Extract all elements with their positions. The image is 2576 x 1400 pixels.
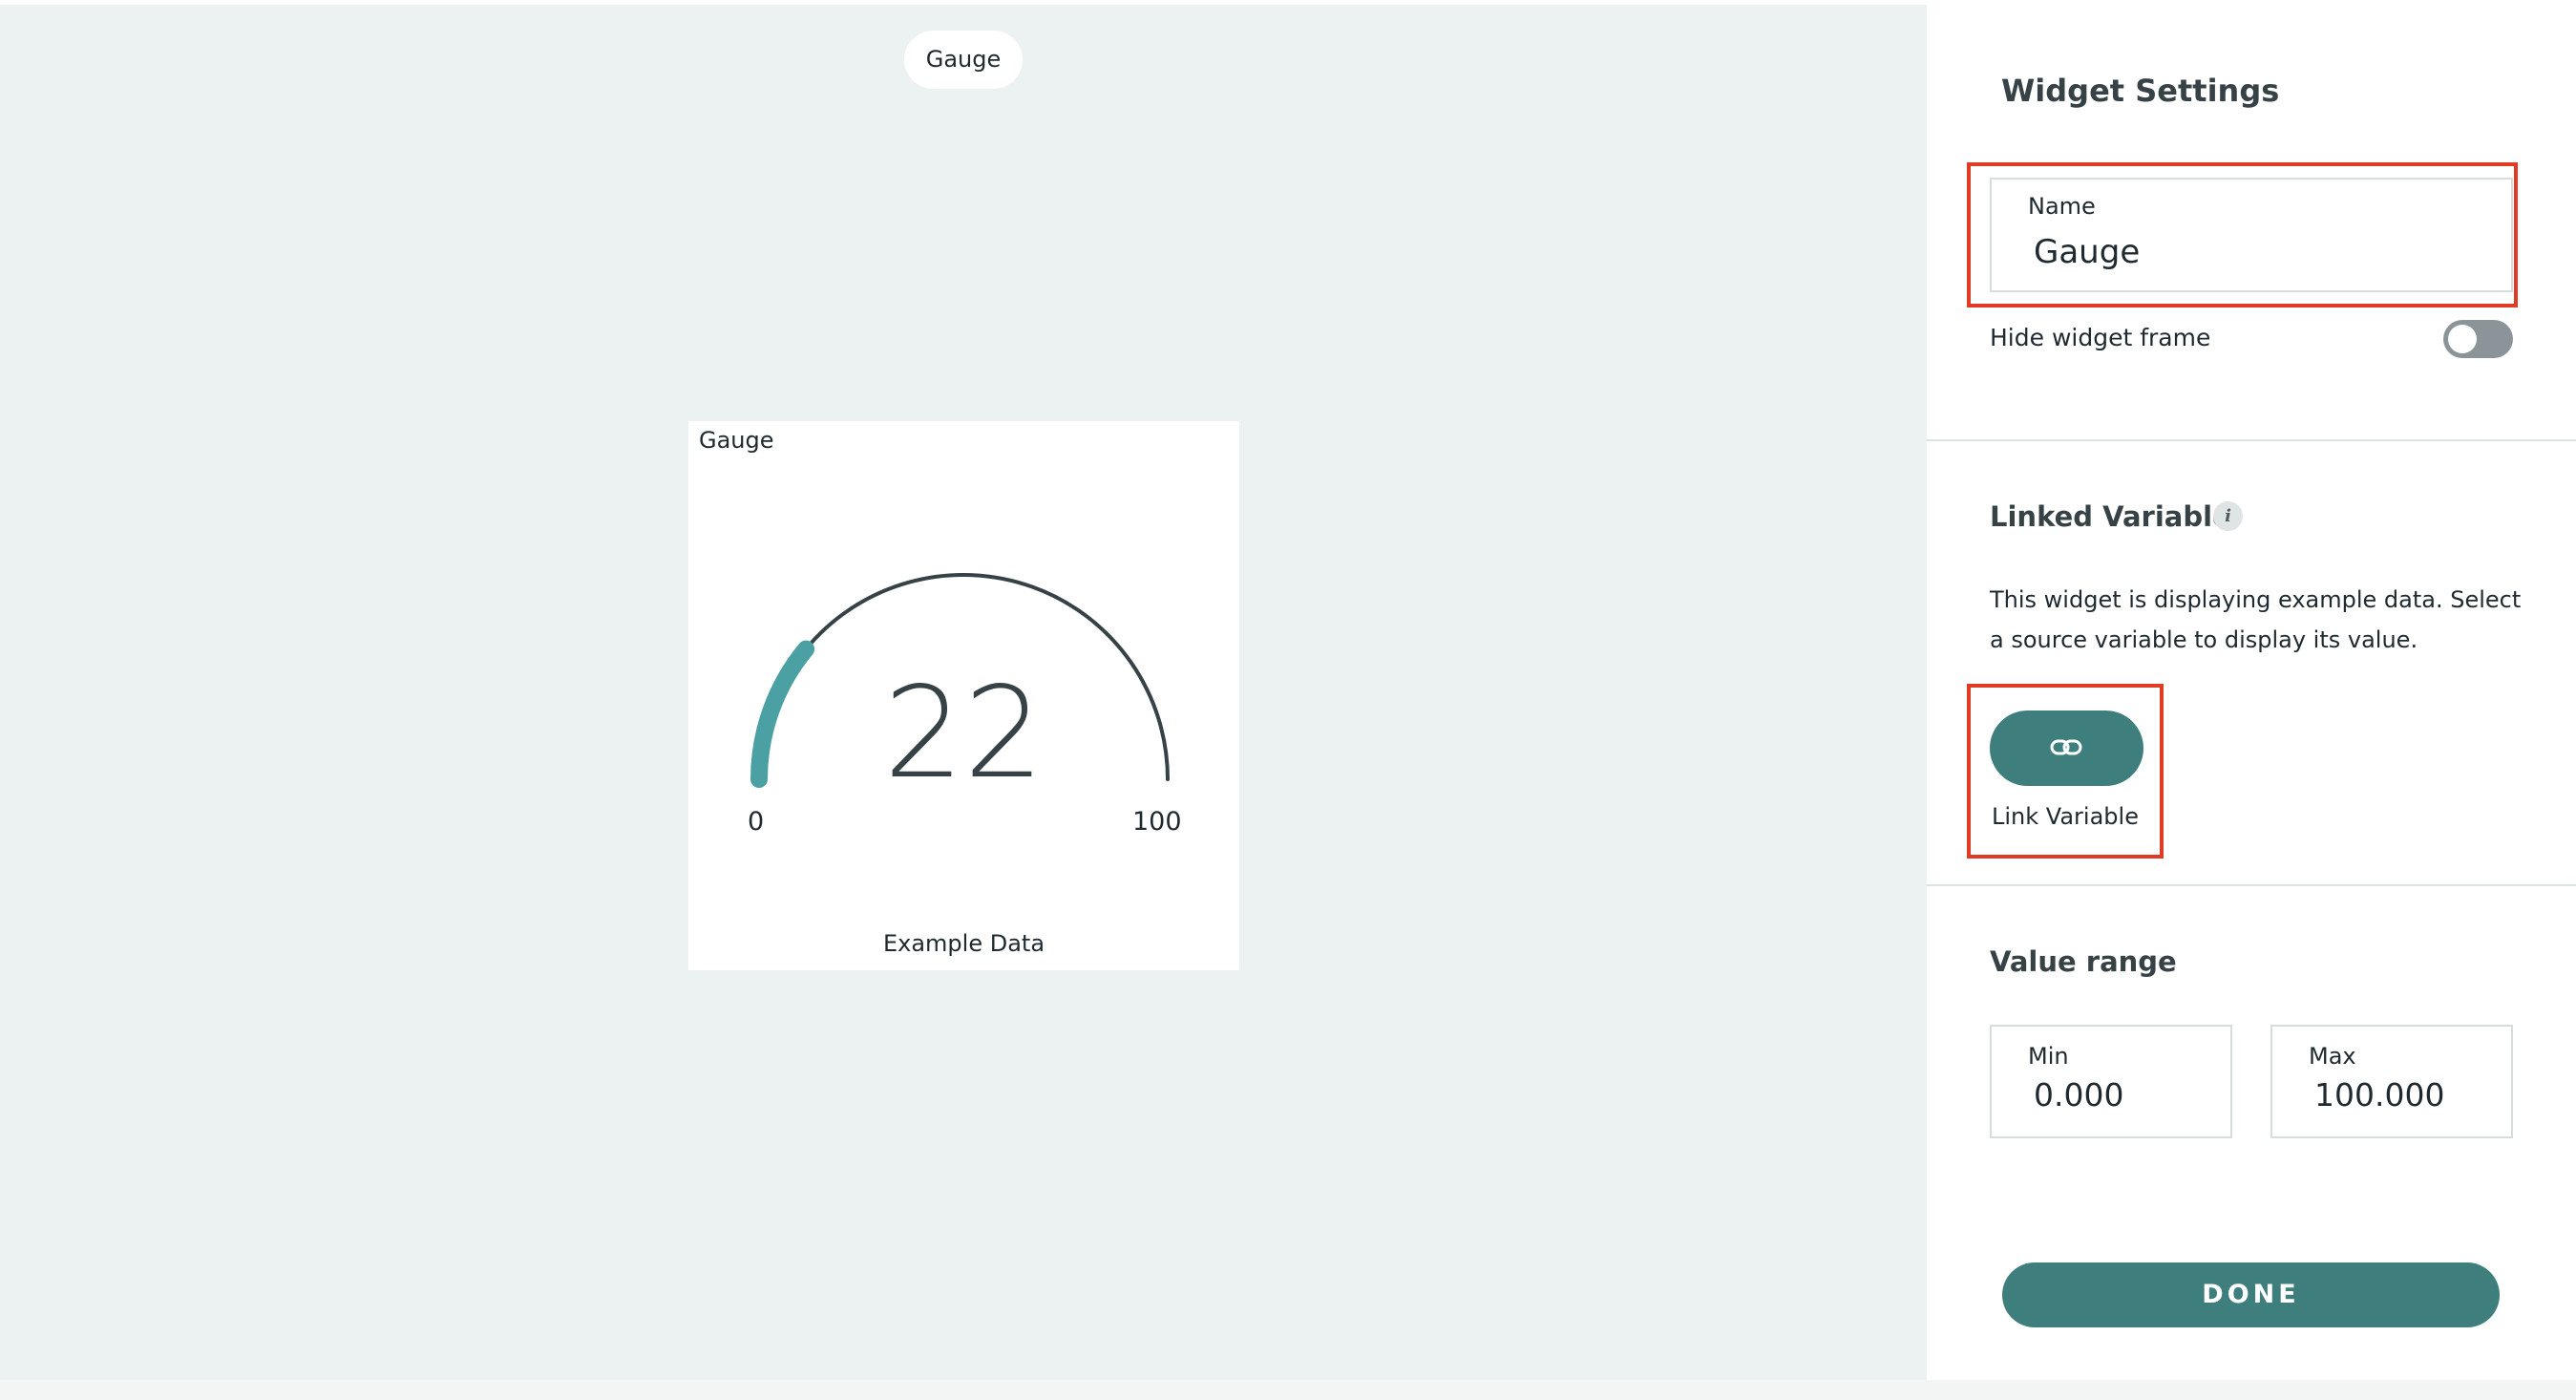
toggle-knob — [2448, 325, 2477, 353]
app-root: Gauge Gauge 22 0 100 Example Data Widget… — [0, 0, 2576, 1400]
value-range-title: Value range — [1990, 945, 2177, 978]
gauge-widget[interactable]: Gauge 22 0 100 Example Data — [688, 421, 1239, 970]
linked-variable-title: Linked Variable — [1990, 500, 2231, 533]
link-variable-label: Link Variable — [1992, 803, 2139, 830]
gauge-max-label: 100 — [1132, 807, 1182, 837]
done-button[interactable]: DONE — [2002, 1262, 2500, 1327]
name-field-label: Name — [2028, 193, 2096, 220]
name-field[interactable]: Name Gauge — [1990, 178, 2513, 292]
info-icon[interactable]: i — [2213, 501, 2243, 531]
hide-frame-toggle[interactable] — [2443, 320, 2513, 358]
max-field-value[interactable]: 100.000 — [2314, 1076, 2444, 1114]
gauge-min-label: 0 — [748, 807, 765, 837]
link-icon — [2050, 739, 2082, 755]
hide-frame-label: Hide widget frame — [1990, 324, 2211, 351]
max-field-label: Max — [2309, 1043, 2356, 1070]
max-field[interactable]: Max 100.000 — [2270, 1025, 2513, 1138]
min-field[interactable]: Min 0.000 — [1990, 1025, 2232, 1138]
gauge-caption: Example Data — [882, 930, 1045, 957]
link-variable-button[interactable] — [1990, 711, 2143, 786]
widget-name-tab[interactable]: Gauge — [904, 31, 1023, 89]
section-divider — [1927, 439, 2576, 441]
gauge-value: 22 — [883, 660, 1045, 807]
linked-variable-description: This widget is displaying example data. … — [1990, 586, 2522, 653]
dashboard-canvas: Gauge Gauge 22 0 100 Example Data — [0, 5, 1927, 1380]
bottom-strip — [0, 1380, 2576, 1400]
panel-title: Widget Settings — [2001, 73, 2280, 109]
min-field-value[interactable]: 0.000 — [2034, 1076, 2123, 1114]
section-divider — [1927, 884, 2576, 886]
min-field-label: Min — [2028, 1043, 2069, 1070]
name-field-value[interactable]: Gauge — [2034, 233, 2140, 271]
widget-settings-panel: Widget Settings Name Gauge Hide widget f… — [1927, 0, 2576, 1380]
